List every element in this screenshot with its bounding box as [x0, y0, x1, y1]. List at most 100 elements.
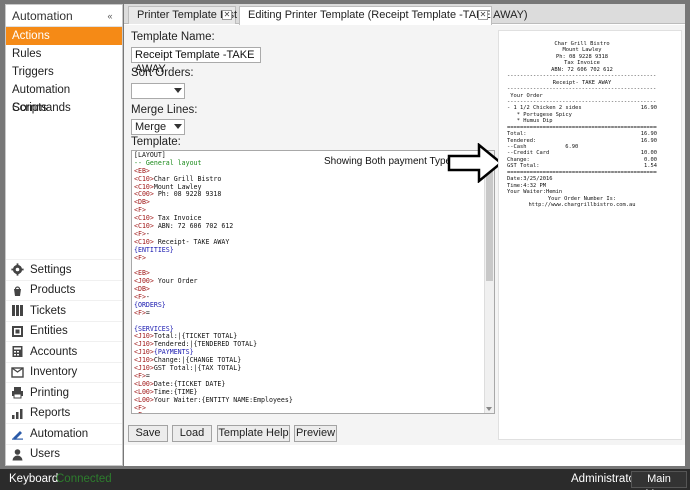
submenu-item-automation-commands[interactable]: Automation Commands: [6, 81, 122, 114]
nav-label-reports: Reports: [30, 407, 71, 420]
code-line: <J10>GST Total:|{TAX TOTAL}: [134, 364, 482, 373]
code-text: ABN: 72 606 702 612: [153, 222, 234, 231]
nav-label-products: Products: [30, 284, 76, 297]
code-tag: <J10>: [134, 340, 154, 349]
nav-item-tickets[interactable]: Tickets: [6, 300, 122, 321]
sidebar-section-header[interactable]: Automation «: [6, 5, 122, 27]
nav-item-entities[interactable]: Entities: [6, 320, 122, 342]
code-tag: <F>: [134, 308, 146, 317]
nav-item-printing[interactable]: Printing: [6, 382, 122, 403]
receipt-line: http://www.chargrillbistro.com.au: [528, 201, 636, 208]
sidebar-section-title: Automation: [12, 8, 73, 23]
preview-button[interactable]: Preview: [294, 425, 337, 442]
template-code[interactable]: [LAYOUT] -- General layout <EB> <C10>Char G…: [134, 151, 482, 413]
receipt-line-label: GST Total:: [507, 163, 540, 170]
close-icon[interactable]: ✕: [478, 10, 488, 20]
accounts-icon: [11, 345, 24, 358]
nav-item-inventory[interactable]: Inventory: [6, 361, 122, 383]
products-icon: [11, 284, 24, 297]
template-editor[interactable]: [LAYOUT] -- General layout <EB> <C10>Char G…: [131, 150, 495, 414]
sort-orders-select[interactable]: [131, 83, 185, 99]
merge-lines-label: Merge Lines:: [131, 104, 198, 116]
code-text: Change:|{CHANGE TOTAL}: [153, 356, 242, 365]
code-text: Your Order: [153, 277, 198, 286]
nav-item-products[interactable]: Products: [6, 279, 122, 301]
chevron-down-icon: [174, 88, 182, 93]
user-icon: [11, 448, 24, 461]
status-bar: Keyboard Connected Administrator Main Me…: [0, 469, 690, 490]
code-line: <F>: [134, 253, 146, 262]
code-tag: <J10>: [134, 332, 154, 341]
collapse-icon[interactable]: «: [104, 10, 116, 22]
code-tag: <C10>: [134, 174, 154, 183]
template-help-button[interactable]: Template Help: [217, 425, 290, 442]
nav-label-printing: Printing: [30, 386, 69, 399]
code-tag: <C10>: [134, 214, 154, 223]
code-text: Char Grill Bistro: [153, 174, 222, 183]
scroll-down-icon[interactable]: [486, 407, 492, 411]
code-tag: <L00>: [134, 395, 154, 404]
nav-item-settings[interactable]: Settings: [6, 259, 122, 280]
code-tag: <F>: [134, 293, 146, 302]
code-line: {ENTITIES}: [134, 245, 174, 254]
code-tag: <J10>: [134, 356, 154, 365]
annotation-text: Showing Both payment Types: [324, 156, 457, 167]
left-sidebar: Automation « Actions Rules Triggers Auto…: [5, 4, 123, 466]
code-tag: <C10>: [134, 182, 154, 191]
nav-label-automation: Automation: [30, 427, 89, 440]
nav-label-tickets: Tickets: [30, 304, 66, 317]
code-tag: <C10>: [134, 222, 154, 231]
printer-icon: [11, 386, 24, 399]
load-button[interactable]: Load: [172, 425, 212, 442]
template-label: Template:: [131, 136, 181, 148]
code-tag: <C10>: [134, 237, 154, 246]
receipt-line-label: - 1 1/2 Chicken 2 sides: [507, 105, 582, 112]
editor-area: Template Name: Receipt Template -TAKE AW…: [124, 25, 685, 445]
tab-editing-printer-template[interactable]: Editing Printer Template (Receipt Templa…: [239, 6, 528, 25]
close-icon[interactable]: ✕: [222, 10, 232, 20]
template-name-input[interactable]: Receipt Template -TAKE AWAY: [131, 47, 261, 75]
app-window: Automation « Actions Rules Triggers Auto…: [0, 0, 690, 490]
tab-printer-template-list[interactable]: Printer Template List ✕: [128, 6, 237, 24]
main-content: Printer Template List ✕ Editing Printer …: [124, 4, 685, 466]
submenu-item-triggers[interactable]: Triggers: [6, 63, 122, 81]
code-tag: <C00>: [134, 190, 154, 199]
code-tag: <L00>: [134, 387, 154, 396]
receipt-line-amount: 1.54: [644, 163, 657, 170]
code-tag: <F>: [134, 229, 146, 238]
tab-bar: Printer Template List ✕ Editing Printer …: [124, 4, 685, 25]
template-scrollbar[interactable]: [484, 151, 494, 413]
nav-item-reports[interactable]: Reports: [6, 402, 122, 424]
sort-orders-label: Sort Orders:: [131, 67, 194, 79]
code-line: {ORDERS}: [134, 300, 166, 309]
code-text: {PAYMENTS}: [153, 348, 194, 357]
receipt-line: ----------------------------------------…: [507, 73, 657, 80]
code-text: Date:{TICKET DATE}: [153, 379, 226, 388]
receipt-line-amount: 16.90: [640, 137, 657, 144]
keyboard-button[interactable]: Keyboard: [9, 473, 58, 485]
code-line: <J00> Your Order: [134, 277, 482, 286]
nav-item-automation[interactable]: Automation: [6, 423, 122, 444]
current-user[interactable]: Administrator: [571, 473, 639, 485]
nav-label-inventory: Inventory: [30, 366, 78, 379]
code-tag: <L00>: [134, 379, 154, 388]
nav-item-accounts[interactable]: Accounts: [6, 341, 122, 362]
nav-label-users: Users: [30, 448, 61, 461]
save-button[interactable]: Save: [128, 425, 168, 442]
nav-item-users[interactable]: Users: [6, 443, 122, 465]
automation-submenu: Actions Rules Triggers Automation Comman…: [6, 27, 122, 117]
merge-lines-select[interactable]: Merge: [131, 119, 185, 135]
code-text: Mount Lawley: [153, 182, 202, 191]
code-text: =: [145, 371, 150, 380]
code-tag: <J10>: [134, 364, 154, 373]
code-line: <C00> Ph: 08 9228 9318: [134, 191, 482, 199]
reports-icon: [11, 407, 24, 420]
code-tag: <J10>: [134, 348, 154, 357]
main-menu-button[interactable]: Main Menu: [631, 471, 687, 490]
code-line: <F>-: [134, 293, 482, 302]
submenu-item-rules[interactable]: Rules: [6, 45, 122, 63]
receipt-line: ----------------------------------------…: [507, 86, 657, 93]
gear-icon: [11, 263, 24, 276]
submenu-item-actions[interactable]: Actions: [6, 27, 122, 45]
code-text: =: [145, 308, 150, 317]
